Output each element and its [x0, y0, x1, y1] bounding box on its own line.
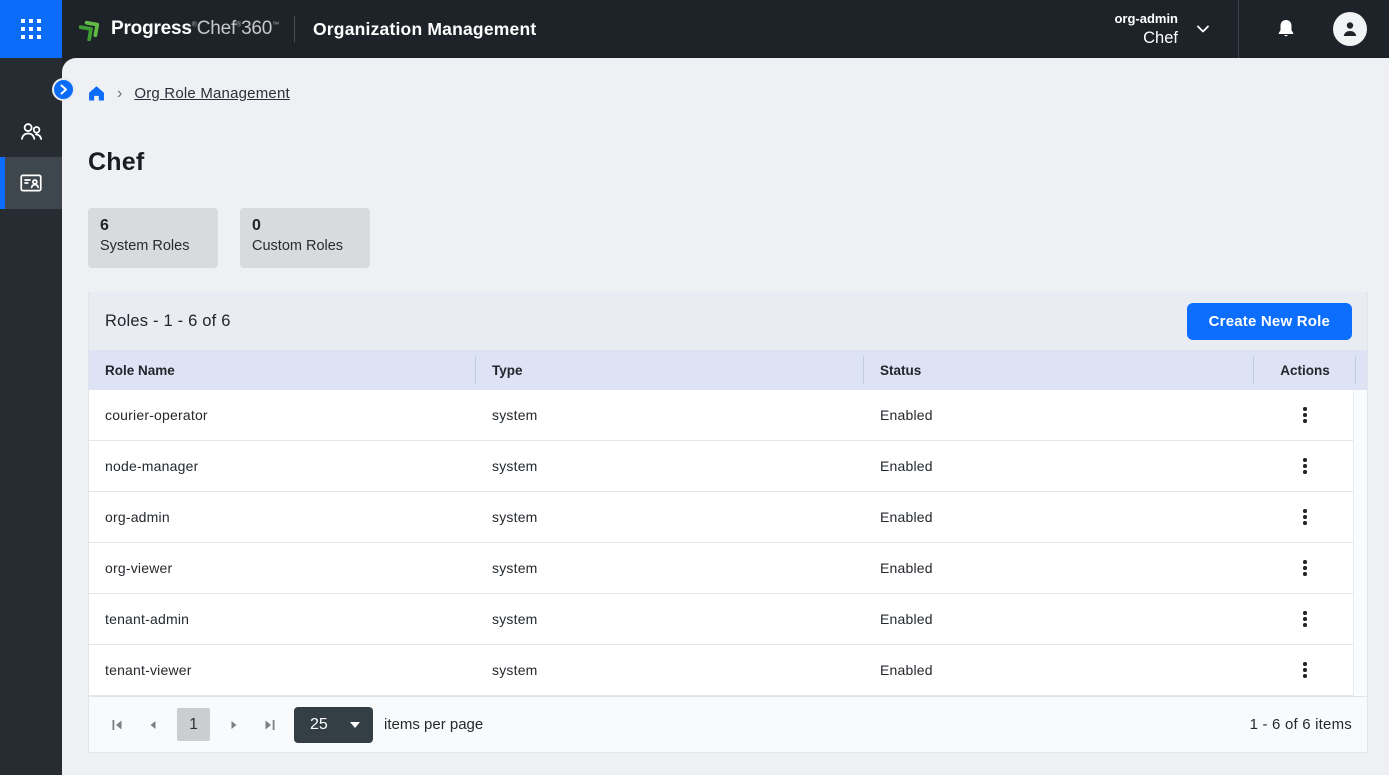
roles-grid: Roles - 1 - 6 of 6 Create New Role Role … — [88, 292, 1368, 753]
caret-down-icon — [350, 722, 360, 728]
cell-type: system — [476, 509, 864, 525]
table-row: courier-operator system Enabled — [89, 390, 1367, 441]
row-actions-menu-button[interactable] — [1295, 402, 1315, 428]
table-row: org-viewer system Enabled — [89, 543, 1367, 594]
table-row: node-manager system Enabled — [89, 441, 1367, 492]
home-icon — [88, 85, 105, 102]
cell-role-name: org-viewer — [89, 560, 476, 576]
row-actions-menu-button[interactable] — [1295, 555, 1315, 581]
grid-header-row: Role Name Type Status Actions — [89, 350, 1367, 390]
current-page-button[interactable]: 1 — [177, 708, 210, 741]
grid-body: courier-operator system Enabled node-man… — [89, 390, 1367, 696]
row-actions-menu-button[interactable] — [1295, 606, 1315, 632]
cell-status: Enabled — [864, 560, 1254, 576]
create-new-role-button[interactable]: Create New Role — [1187, 303, 1352, 340]
cell-type: system — [476, 662, 864, 678]
stats-row: 6 System Roles 0 Custom Roles — [88, 208, 1389, 268]
system-roles-count: 6 — [100, 216, 206, 236]
previous-page-icon — [145, 717, 161, 733]
first-page-button[interactable] — [105, 713, 129, 737]
cell-role-name: tenant-admin — [89, 611, 476, 627]
app-shell: › Org Role Management Chef 6 System Role… — [0, 58, 1389, 775]
brand-text: Progress®Chef®360™ — [111, 18, 279, 40]
breadcrumb-link-org-role-management[interactable]: Org Role Management — [134, 85, 290, 102]
cell-type: system — [476, 458, 864, 474]
cell-status: Enabled — [864, 662, 1254, 678]
cell-status: Enabled — [864, 611, 1254, 627]
brand-mark: ™ — [272, 22, 279, 29]
grid-pager: 1 25 items per page — [89, 696, 1367, 752]
row-actions-menu-button[interactable] — [1295, 504, 1315, 530]
topbar: Progress®Chef®360™ Organization Manageme… — [0, 0, 1389, 58]
column-header-type[interactable]: Type — [476, 350, 864, 390]
pager-range-label: 1 - 6 of 6 items — [1250, 716, 1352, 733]
page-title: Chef — [88, 148, 1389, 177]
cell-type: system — [476, 560, 864, 576]
progress-chef-logo-icon — [79, 17, 103, 41]
cell-role-name: org-admin — [89, 509, 476, 525]
chevron-down-icon — [1194, 20, 1212, 38]
user-org-label: Chef — [1143, 29, 1178, 48]
grid-toolbar: Roles - 1 - 6 of 6 Create New Role — [89, 292, 1367, 350]
grid-title: Roles - 1 - 6 of 6 — [105, 312, 231, 331]
sidebar — [0, 58, 62, 775]
brand-divider — [294, 16, 295, 42]
last-page-icon — [262, 717, 278, 733]
main-content: › Org Role Management Chef 6 System Role… — [62, 58, 1389, 775]
cell-role-name: tenant-viewer — [89, 662, 476, 678]
table-row: tenant-viewer system Enabled — [89, 645, 1367, 696]
cell-status: Enabled — [864, 407, 1254, 423]
grid-icon — [17, 15, 45, 43]
brand-logo: Progress®Chef®360™ — [79, 17, 279, 41]
person-icon — [1340, 19, 1360, 39]
cell-type: system — [476, 611, 864, 627]
column-header-actions: Actions — [1254, 350, 1356, 390]
page-size-value: 25 — [310, 716, 328, 734]
next-page-button[interactable] — [222, 713, 246, 737]
brand-360: 360 — [241, 18, 272, 39]
stat-card-system-roles: 6 System Roles — [88, 208, 218, 268]
bell-icon — [1274, 17, 1298, 41]
row-actions-menu-button[interactable] — [1295, 657, 1315, 683]
notifications-button[interactable] — [1239, 17, 1333, 41]
table-row: tenant-admin system Enabled — [89, 594, 1367, 645]
table-row: org-admin system Enabled — [89, 492, 1367, 543]
sidebar-item-org-roles[interactable] — [0, 157, 62, 209]
sidebar-expand-button[interactable] — [52, 78, 75, 101]
user-role-label: org-admin — [1114, 11, 1178, 26]
cell-role-name: courier-operator — [89, 407, 476, 423]
sidebar-item-users[interactable] — [0, 105, 62, 157]
breadcrumb-home-link[interactable] — [88, 85, 105, 102]
stat-card-custom-roles: 0 Custom Roles — [240, 208, 370, 268]
custom-roles-label: Custom Roles — [252, 236, 358, 257]
column-header-role-name[interactable]: Role Name — [89, 350, 476, 390]
breadcrumb: › Org Role Management — [62, 58, 1389, 102]
row-actions-menu-button[interactable] — [1295, 453, 1315, 479]
org-switcher-menu[interactable]: org-admin Chef — [1114, 11, 1212, 48]
brand-progress: Progress — [111, 18, 192, 39]
items-per-page-label: items per page — [384, 716, 483, 733]
custom-roles-count: 0 — [252, 216, 358, 236]
next-page-icon — [226, 717, 242, 733]
brand-chef: Chef — [197, 18, 236, 39]
column-header-status[interactable]: Status — [864, 350, 1254, 390]
app-title: Organization Management — [313, 19, 536, 40]
cell-status: Enabled — [864, 458, 1254, 474]
role-badge-icon — [18, 170, 44, 196]
cell-status: Enabled — [864, 509, 1254, 525]
cell-type: system — [476, 407, 864, 423]
first-page-icon — [109, 717, 125, 733]
users-icon — [18, 118, 45, 145]
chevron-right-icon — [57, 83, 70, 96]
previous-page-button[interactable] — [141, 713, 165, 737]
cell-role-name: node-manager — [89, 458, 476, 474]
user-avatar-button[interactable] — [1333, 12, 1367, 46]
last-page-button[interactable] — [258, 713, 282, 737]
page-size-select[interactable]: 25 — [294, 707, 373, 743]
breadcrumb-separator: › — [117, 86, 122, 102]
app-launcher-button[interactable] — [0, 0, 62, 58]
system-roles-label: System Roles — [100, 236, 206, 257]
